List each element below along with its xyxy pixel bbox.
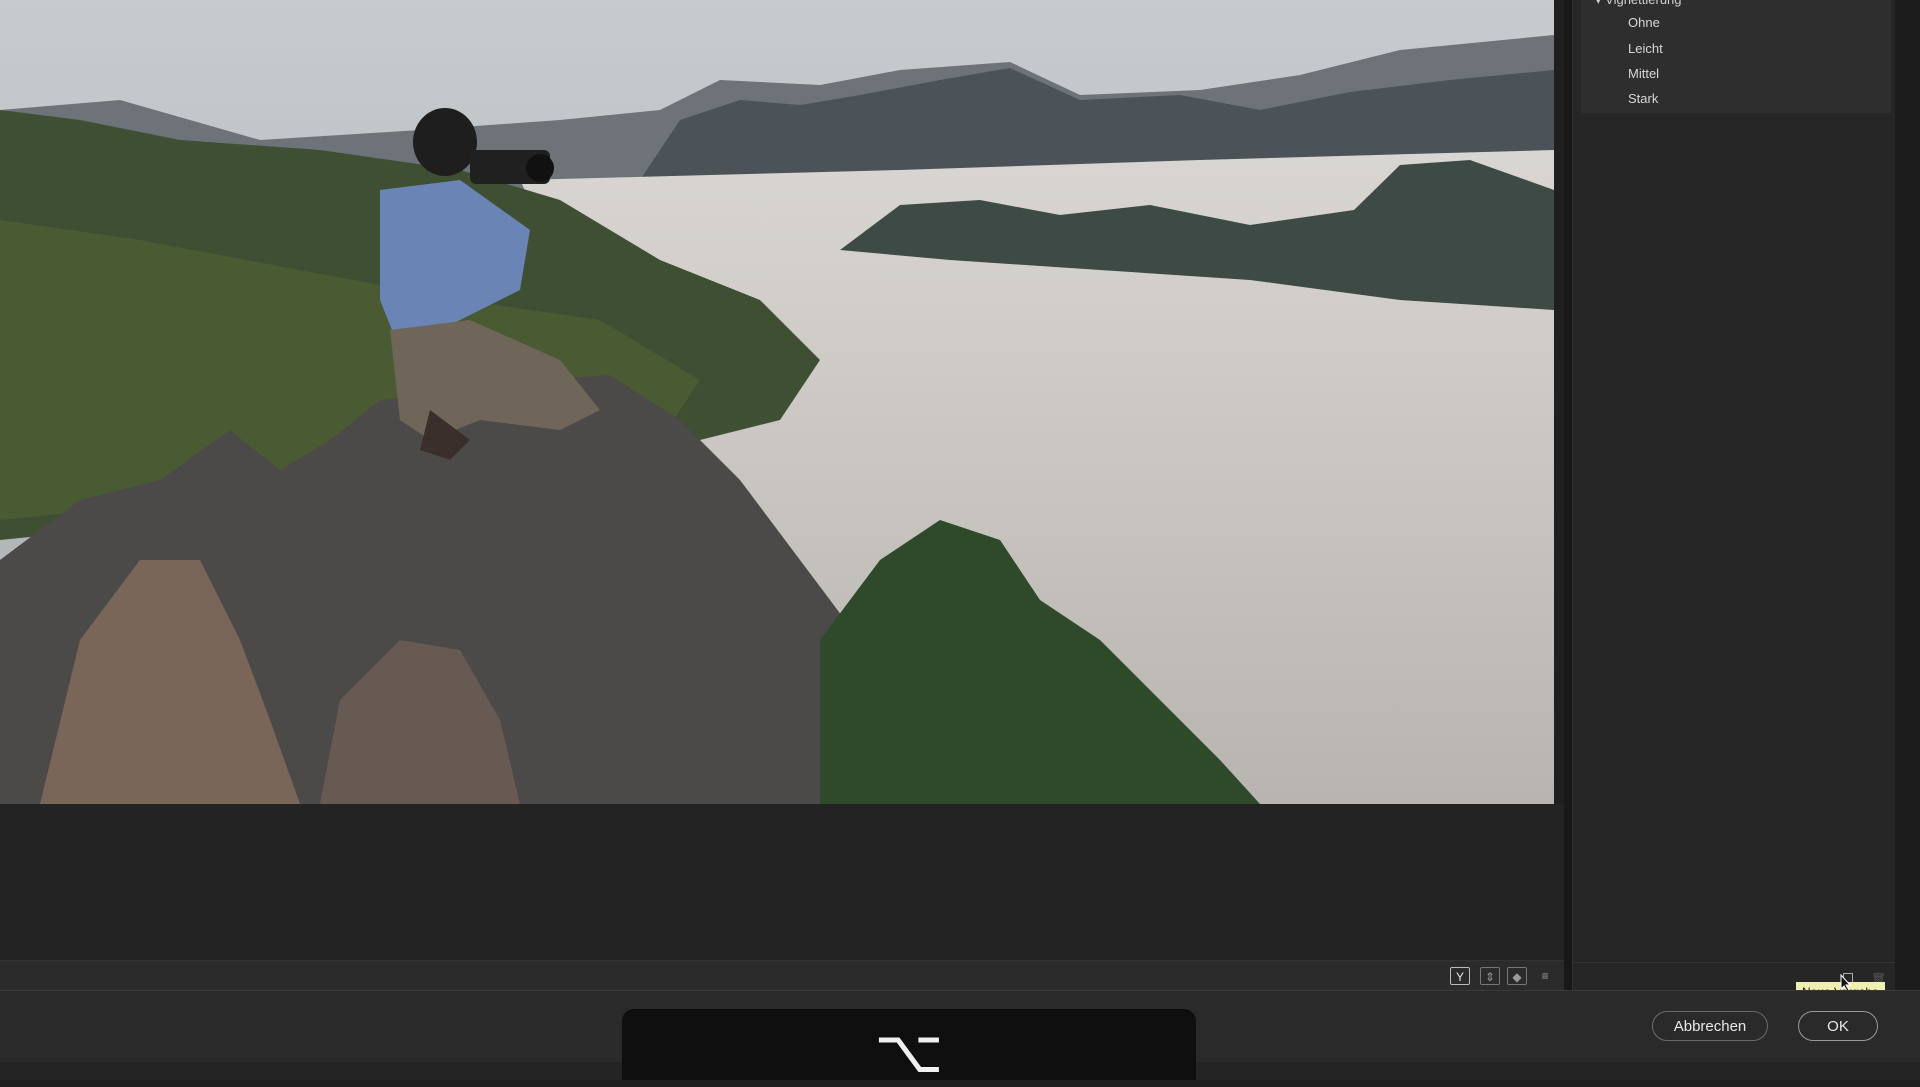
preset-group-vignette: ▾ Vignettierung Ohne Leicht Mittel Stark bbox=[1581, 0, 1891, 113]
preset-item-ohne[interactable]: Ohne bbox=[1628, 15, 1660, 30]
preset-panel: ▾ Vignettierung Ohne Leicht Mittel Stark… bbox=[1572, 0, 1896, 990]
settings-icon[interactable]: ≡ bbox=[1535, 967, 1555, 985]
before-after-split-icon[interactable]: Y bbox=[1450, 967, 1470, 985]
landscape-photo bbox=[0, 0, 1554, 804]
compare-horizontal-icon[interactable]: ◆ bbox=[1507, 967, 1527, 985]
photo-preview bbox=[0, 0, 1554, 804]
option-key-icon: ⌥ bbox=[874, 1017, 944, 1087]
keystroke-overlay: ⌥ bbox=[622, 1009, 1196, 1087]
view-toolbar: Y ⇕ ◆ ≡ bbox=[0, 960, 1564, 992]
preset-item-leicht[interactable]: Leicht bbox=[1628, 41, 1663, 56]
preset-group-header[interactable]: ▾ Vignettierung bbox=[1595, 0, 1682, 8]
preset-item-stark[interactable]: Stark bbox=[1628, 91, 1658, 106]
window-edge bbox=[1895, 0, 1920, 990]
panel-divider[interactable] bbox=[1564, 0, 1572, 990]
preset-item-mittel[interactable]: Mittel bbox=[1628, 66, 1659, 81]
cancel-button[interactable]: Abbrechen bbox=[1652, 1011, 1768, 1041]
preview-canvas-background bbox=[0, 804, 1564, 960]
ok-button[interactable]: OK bbox=[1798, 1011, 1878, 1041]
compare-vertical-icon[interactable]: ⇕ bbox=[1480, 967, 1500, 985]
